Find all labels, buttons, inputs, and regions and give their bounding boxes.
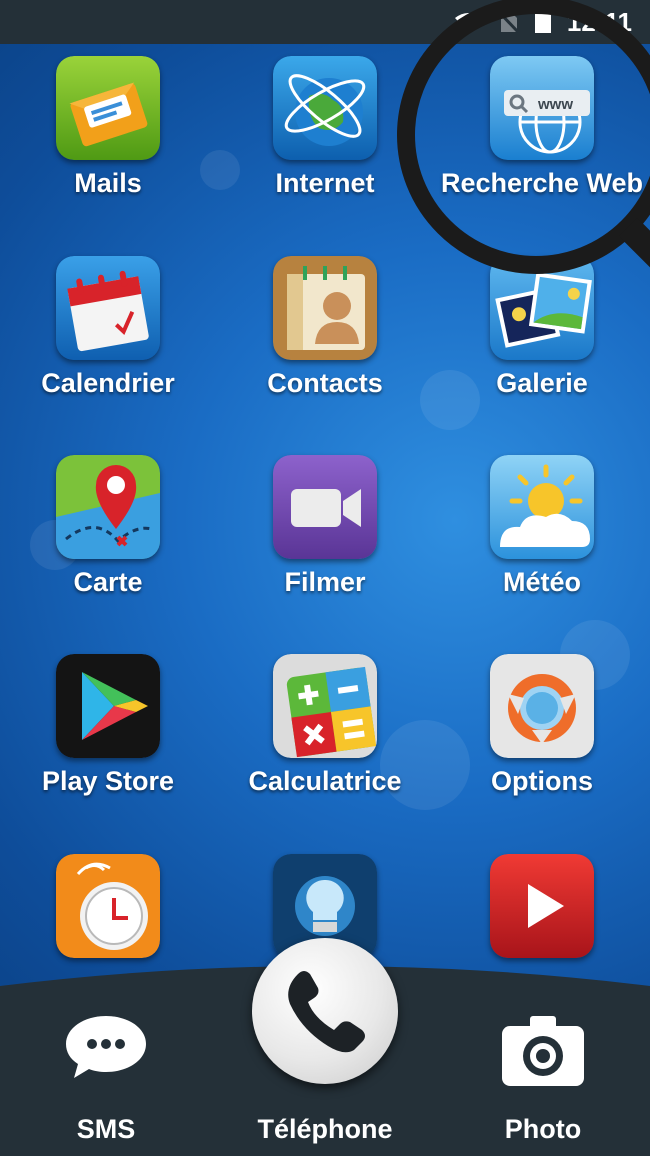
dock-label-sms: SMS — [76, 1114, 136, 1144]
map-icon — [56, 455, 160, 559]
magnifier-overlay — [397, 0, 650, 274]
app-label: Filmer — [284, 567, 366, 597]
app-galerie[interactable]: Galerie — [434, 256, 650, 436]
weather-icon — [490, 455, 594, 559]
dock-label-photo: Photo — [504, 1114, 582, 1144]
app-play-store[interactable]: Play Store — [0, 654, 216, 834]
app-calendrier[interactable]: Calendrier — [0, 256, 216, 436]
app-calculatrice[interactable]: Calculatrice — [217, 654, 433, 834]
app-label: Mails — [74, 168, 142, 198]
app-label: Météo — [502, 567, 581, 597]
app-options[interactable]: Options — [434, 654, 650, 834]
app-label: Options — [491, 766, 593, 796]
app-label: Calculatrice — [248, 766, 402, 796]
chat-bubble-icon — [66, 1016, 146, 1078]
app-label: Contacts — [267, 368, 383, 398]
camera-icon — [502, 1016, 584, 1086]
dock-photo[interactable]: Photo — [443, 1012, 643, 1152]
mail-icon — [56, 56, 160, 160]
globe-icon — [273, 56, 377, 160]
phone-button[interactable] — [252, 938, 398, 1084]
video-play-icon — [490, 854, 594, 958]
alarm-clock-icon — [56, 854, 160, 958]
play-store-icon — [56, 654, 160, 758]
app-carte[interactable]: Carte — [0, 455, 216, 635]
app-meteo[interactable]: Météo — [434, 455, 650, 635]
app-filmer[interactable]: Filmer — [217, 455, 433, 635]
dock-sms[interactable]: SMS — [6, 1012, 206, 1152]
home-screen: 12:11 Mails Internet www Recherche Web C… — [0, 0, 650, 1156]
app-mails[interactable]: Mails — [0, 56, 216, 236]
dock-telephone[interactable]: Téléphone — [225, 1114, 425, 1154]
app-label: Calendrier — [41, 368, 175, 398]
calculator-icon — [273, 654, 377, 758]
app-label: Galerie — [496, 368, 588, 398]
calendar-icon — [56, 256, 160, 360]
contacts-icon — [273, 256, 377, 360]
phone-handset-icon — [288, 971, 365, 1053]
video-camera-icon — [273, 455, 377, 559]
app-contacts[interactable]: Contacts — [217, 256, 433, 436]
app-label: Play Store — [41, 766, 175, 796]
dock-label-telephone: Téléphone — [257, 1114, 393, 1144]
options-icon — [490, 654, 594, 758]
app-label: Carte — [73, 567, 143, 597]
